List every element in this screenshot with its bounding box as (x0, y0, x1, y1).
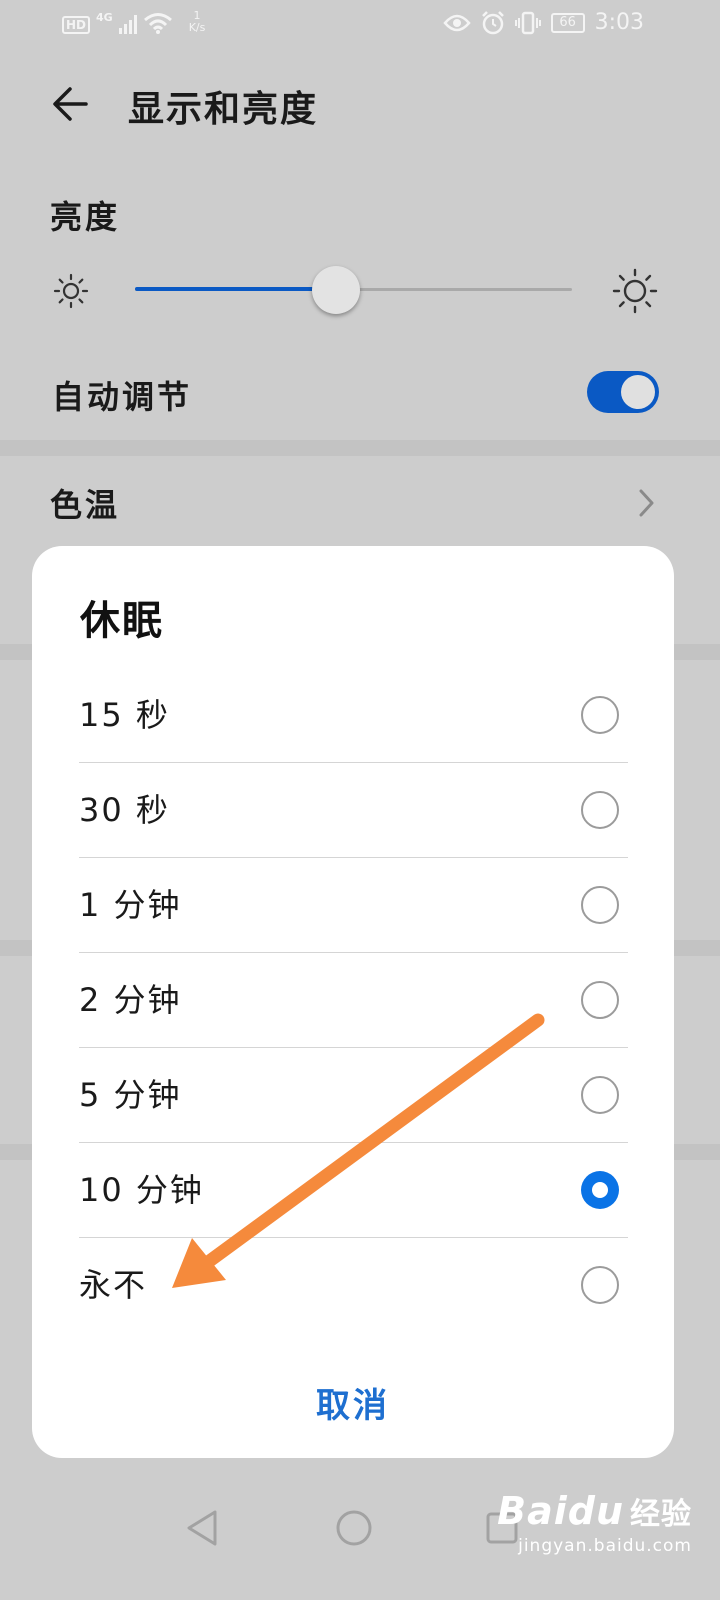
wifi-icon (143, 13, 172, 34)
sun-large-icon (612, 268, 658, 314)
option-label: 10 分钟 (79, 1171, 204, 1209)
color-temperature-label[interactable]: 色温 (50, 480, 120, 526)
option-label: 30 秒 (79, 791, 170, 829)
sleep-option-5min[interactable]: 5 分钟 (79, 1048, 628, 1143)
sleep-option-2min[interactable]: 2 分钟 (79, 953, 628, 1048)
cancel-button[interactable]: 取消 (32, 1366, 674, 1446)
watermark-logo: Baidu 经验 (497, 1490, 692, 1536)
toggle-knob (621, 375, 655, 409)
status-bar: HD 4G 1 K/s 66 3:03 (0, 0, 720, 50)
alarm-icon (481, 10, 504, 34)
option-label: 15 秒 (79, 696, 170, 734)
watermark-logo-text: Baidu (497, 1489, 624, 1533)
dialog-title: 休眠 (80, 598, 164, 644)
status-right-group: 66 3:03 (442, 10, 644, 35)
option-label: 1 分钟 (79, 886, 182, 924)
sleep-option-never[interactable]: 永不 (79, 1238, 628, 1333)
arrow-left-icon[interactable] (48, 82, 92, 126)
sun-small-icon (53, 273, 89, 309)
vibrate-icon (514, 11, 541, 34)
sleep-option-1min[interactable]: 1 分钟 (79, 858, 628, 953)
circle-home-icon[interactable] (334, 1508, 374, 1548)
option-label: 2 分钟 (79, 981, 182, 1019)
sleep-option-30s[interactable]: 30 秒 (79, 763, 628, 858)
brightness-label: 亮度 (50, 198, 121, 236)
watermark-url: jingyan.baidu.com (518, 1536, 692, 1556)
radio-button[interactable] (581, 696, 619, 734)
radio-button[interactable] (581, 886, 619, 924)
auto-adjust-label: 自动调节 (52, 378, 193, 416)
status-left-group: HD 4G 1 K/s (62, 10, 205, 34)
network-type: 4G (96, 11, 113, 24)
chevron-right-icon (639, 489, 654, 517)
option-label: 永不 (79, 1266, 148, 1304)
hd-badge: HD (62, 16, 91, 34)
baidu-watermark: Baidu 经验 jingyan.baidu.com (497, 1490, 692, 1556)
sleep-option-10min[interactable]: 10 分钟 (79, 1143, 628, 1238)
sleep-dialog: 休眠 15 秒 30 秒 1 分钟 2 分钟 5 分钟 10 分钟 永不 取消 (32, 546, 674, 1458)
watermark-logo-cn: 经验 (630, 1497, 692, 1532)
radio-button[interactable] (581, 1171, 619, 1209)
status-time: 3:03 (594, 10, 644, 35)
section-divider (0, 440, 720, 456)
brightness-slider-fill (135, 287, 337, 291)
signal-icon (118, 14, 137, 34)
triangle-back-icon[interactable] (184, 1508, 220, 1548)
radio-button[interactable] (581, 791, 619, 829)
sleep-option-15s[interactable]: 15 秒 (79, 668, 628, 763)
radio-button[interactable] (581, 1076, 619, 1114)
network-speed-unit: K/s (188, 21, 206, 34)
page-title: 显示和亮度 (128, 89, 319, 130)
option-label: 5 分钟 (79, 1076, 182, 1114)
auto-adjust-toggle[interactable] (587, 371, 659, 413)
radio-button[interactable] (581, 1266, 619, 1304)
eye-icon (442, 14, 471, 31)
network-speed: 1 K/s (189, 10, 206, 34)
brightness-slider-thumb[interactable] (312, 266, 361, 314)
battery-indicator: 66 (550, 12, 585, 33)
radio-button[interactable] (581, 981, 619, 1019)
